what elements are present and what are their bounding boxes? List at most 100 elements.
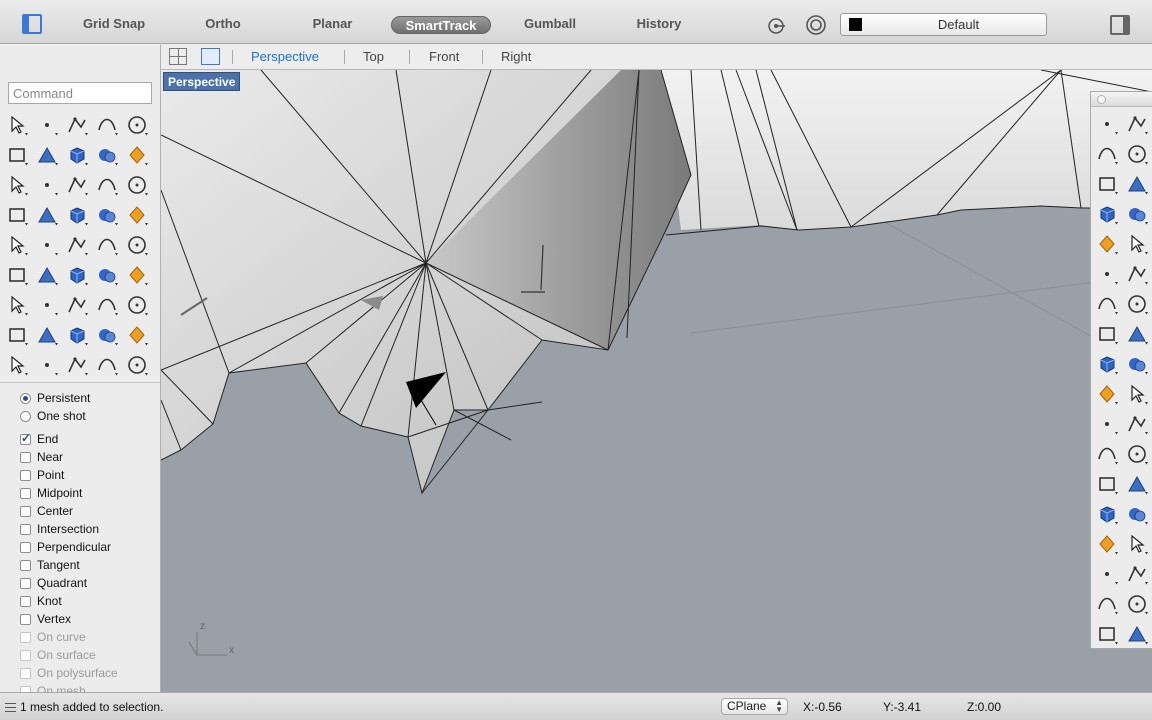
paint-bucket-icon[interactable] <box>1124 621 1150 647</box>
sphere-icon[interactable] <box>1124 291 1150 317</box>
arc-icon[interactable] <box>34 142 60 168</box>
osnap-option[interactable]: Knot <box>20 593 62 609</box>
explode-icon[interactable] <box>1124 351 1150 377</box>
solid-box-icon[interactable] <box>1094 531 1120 557</box>
osnap-option[interactable]: On polysurface <box>20 665 118 681</box>
polyline-icon[interactable] <box>1094 141 1120 167</box>
group-icon[interactable] <box>1094 501 1120 527</box>
curve-icon[interactable] <box>94 112 120 138</box>
four-view-layout-icon[interactable] <box>169 48 187 65</box>
paint-bucket-icon[interactable] <box>4 322 30 348</box>
osnap-target-icon[interactable] <box>766 16 786 36</box>
single-view-layout-icon[interactable] <box>201 48 220 65</box>
floating-toolbar-titlebar[interactable] <box>1091 92 1152 107</box>
circle-icon[interactable] <box>1094 171 1120 197</box>
render-object-icon[interactable] <box>124 292 150 318</box>
select-arrow-icon[interactable] <box>4 112 30 138</box>
patch-icon[interactable] <box>1124 321 1150 347</box>
solid-box-icon[interactable] <box>94 262 120 288</box>
settings-gear-icon[interactable] <box>1094 351 1120 377</box>
cylinder-icon[interactable] <box>1094 321 1120 347</box>
car-render-icon[interactable] <box>34 352 60 378</box>
osnap-option[interactable]: Quadrant <box>20 575 87 591</box>
osnap-one-shot-radio[interactable]: One shot <box>20 408 86 424</box>
lasso-icon[interactable] <box>4 352 30 378</box>
record-history-icon[interactable] <box>805 14 827 36</box>
viewport-title-label[interactable]: Perspective <box>163 72 241 91</box>
osnap-option[interactable]: Point <box>20 467 64 483</box>
arc-icon[interactable] <box>1094 201 1120 227</box>
point-icon[interactable] <box>1124 111 1150 137</box>
extrude-icon[interactable] <box>64 262 90 288</box>
zoom-window-icon[interactable] <box>64 322 90 348</box>
check-icon[interactable] <box>1124 591 1150 617</box>
ellipse-icon[interactable] <box>4 142 30 168</box>
select-arrow-icon[interactable] <box>1094 111 1120 137</box>
explode-icon[interactable] <box>64 202 90 228</box>
align-icon[interactable] <box>1124 561 1150 587</box>
osnap-option[interactable]: On surface <box>20 647 96 663</box>
move-icon[interactable] <box>64 232 90 258</box>
group-icon[interactable] <box>34 262 60 288</box>
osnap-option[interactable]: Perpendicular <box>20 539 111 555</box>
cplane-selector[interactable]: CPlane ▲ ▼ <box>721 698 788 715</box>
osnap-option[interactable]: Midpoint <box>20 485 82 501</box>
pipe-icon[interactable] <box>64 292 90 318</box>
polyline-icon[interactable] <box>64 112 90 138</box>
rotate-icon[interactable] <box>1124 441 1150 467</box>
ellipse-icon[interactable] <box>1124 171 1150 197</box>
zoom-selected-icon[interactable] <box>124 322 150 348</box>
osnap-option[interactable]: Center <box>20 503 73 519</box>
box-icon[interactable] <box>64 172 90 198</box>
smarttrack-toggle[interactable]: SmartTrack <box>391 16 491 34</box>
rectangle-icon[interactable] <box>64 142 90 168</box>
patch-icon[interactable] <box>4 202 30 228</box>
tab-right[interactable]: Right <box>501 49 531 64</box>
tab-front[interactable]: Front <box>429 49 459 64</box>
snap-point-icon[interactable] <box>1124 471 1150 497</box>
array-icon[interactable] <box>1094 561 1120 587</box>
align-icon[interactable] <box>34 292 60 318</box>
render-window-icon[interactable] <box>94 352 120 378</box>
rectangle-icon[interactable] <box>1124 201 1150 227</box>
render-object-icon[interactable] <box>1094 621 1120 647</box>
surface-icon[interactable] <box>1094 261 1120 287</box>
gumball-toggle[interactable]: Gumball <box>518 15 582 33</box>
snap-point-icon[interactable] <box>4 262 30 288</box>
osnap-persistent-radio[interactable]: Persistent <box>20 390 90 406</box>
perspective-viewport[interactable]: z x Perspective <box>161 70 1152 692</box>
split-icon[interactable] <box>124 202 150 228</box>
split-icon[interactable] <box>1124 381 1150 407</box>
dimension-icon[interactable] <box>124 262 150 288</box>
tab-top[interactable]: Top <box>363 49 384 64</box>
lightbulb-icon[interactable] <box>124 352 150 378</box>
planar-toggle[interactable]: Planar <box>305 15 360 33</box>
boolean-split-icon[interactable] <box>1124 411 1150 437</box>
cylinder-icon[interactable] <box>124 172 150 198</box>
array-icon[interactable] <box>4 292 30 318</box>
check-icon[interactable] <box>94 292 120 318</box>
polygon-icon[interactable] <box>1094 231 1120 257</box>
polygon-icon[interactable] <box>94 142 120 168</box>
right-panel-toggle-icon[interactable] <box>1110 15 1130 35</box>
surface-icon[interactable] <box>4 172 30 198</box>
rotate-icon[interactable] <box>94 232 120 258</box>
revolve-icon[interactable] <box>1124 261 1150 287</box>
fillet-icon[interactable] <box>1124 231 1150 257</box>
settings-gear-icon[interactable] <box>34 202 60 228</box>
boolean-split-icon[interactable] <box>34 232 60 258</box>
zoom-extents-icon[interactable] <box>94 322 120 348</box>
trim-icon[interactable] <box>94 202 120 228</box>
text-icon[interactable] <box>1094 471 1120 497</box>
box-icon[interactable] <box>1094 291 1120 317</box>
command-history-icon[interactable] <box>5 703 16 712</box>
boolean-union-icon[interactable] <box>1094 411 1120 437</box>
revolve-icon[interactable] <box>34 172 60 198</box>
boolean-union-icon[interactable] <box>4 232 30 258</box>
history-toggle[interactable]: History <box>630 15 688 33</box>
osnap-option[interactable]: Near <box>20 449 63 465</box>
move-icon[interactable] <box>1094 441 1120 467</box>
layer-dropdown[interactable]: Default <box>840 13 1047 36</box>
circle-icon[interactable] <box>124 112 150 138</box>
osnap-option[interactable]: Vertex <box>20 611 71 627</box>
